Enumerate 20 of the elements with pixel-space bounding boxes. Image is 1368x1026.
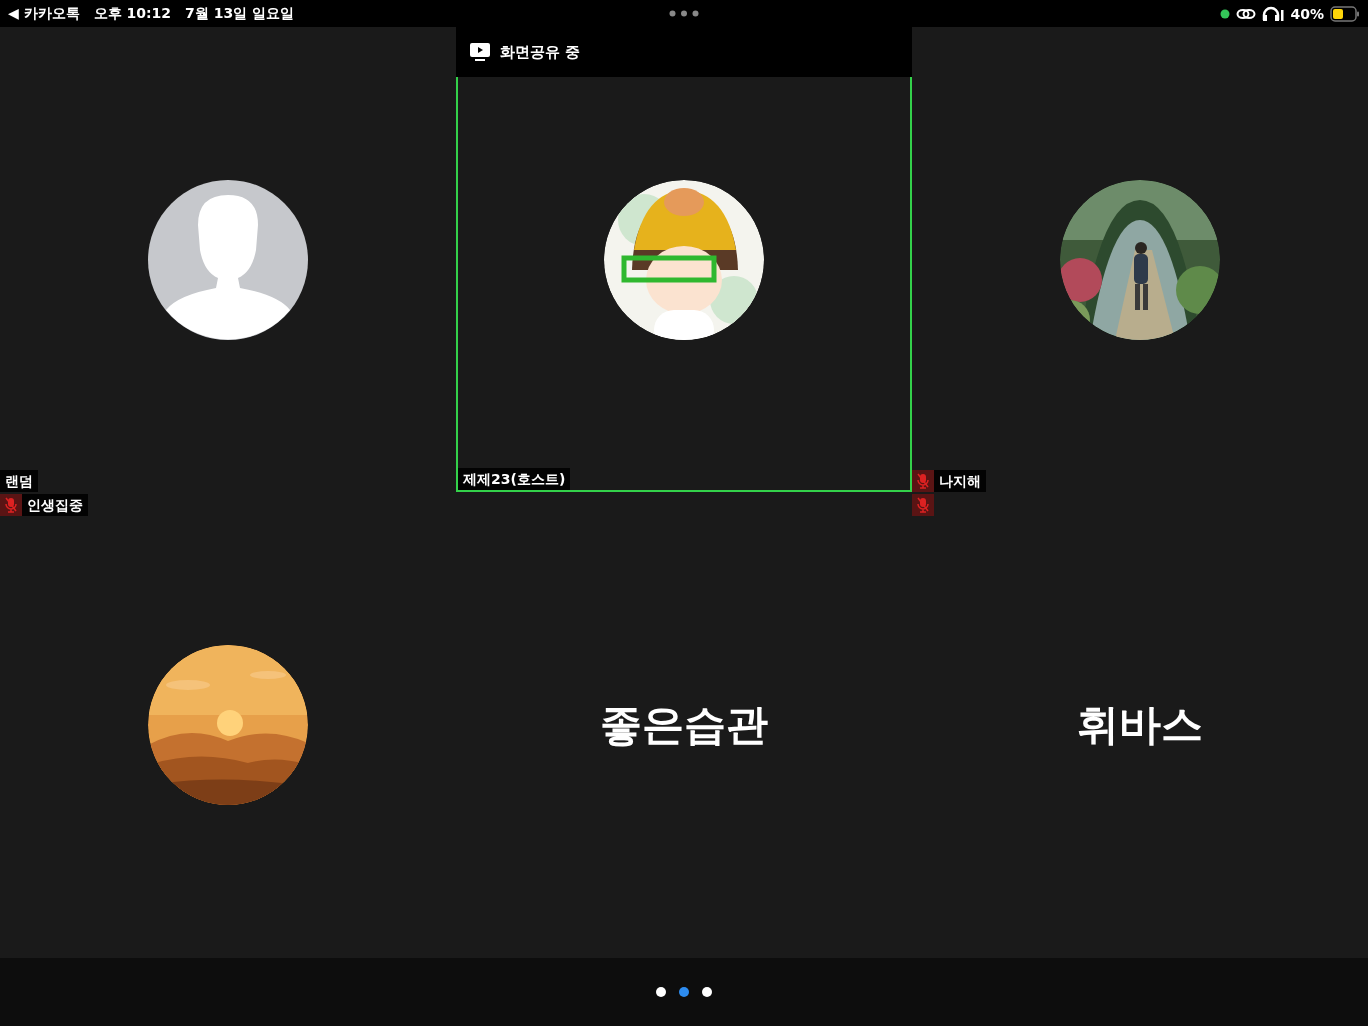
status-dot-icon: [1220, 8, 1231, 19]
battery-percent: 40%: [1290, 5, 1324, 22]
participant-name: 좋은습관: [600, 699, 768, 751]
name-label: 제제23(호스트): [458, 468, 571, 490]
battery-icon: [1330, 5, 1360, 22]
more-icon[interactable]: [669, 10, 699, 17]
name-label: 나지해: [934, 470, 986, 492]
back-link[interactable]: ◀ 카카오톡: [8, 4, 80, 23]
name-label: 인생집중: [22, 494, 88, 516]
screen-share-text: 화면공유 중: [500, 42, 581, 62]
clock-time: 오후 10:12: [93, 4, 172, 23]
screen-share-icon: [470, 43, 490, 61]
page-dot[interactable]: [679, 987, 689, 997]
name-label: 랜덤: [0, 470, 38, 492]
page-dot[interactable]: [702, 987, 712, 997]
page-dot[interactable]: [656, 987, 666, 997]
participant-name: 휘바스: [1077, 699, 1203, 751]
link-icon: [1236, 6, 1257, 21]
date-text: 7월 13일 일요일: [185, 4, 295, 23]
headphones-icon: [1262, 5, 1285, 22]
